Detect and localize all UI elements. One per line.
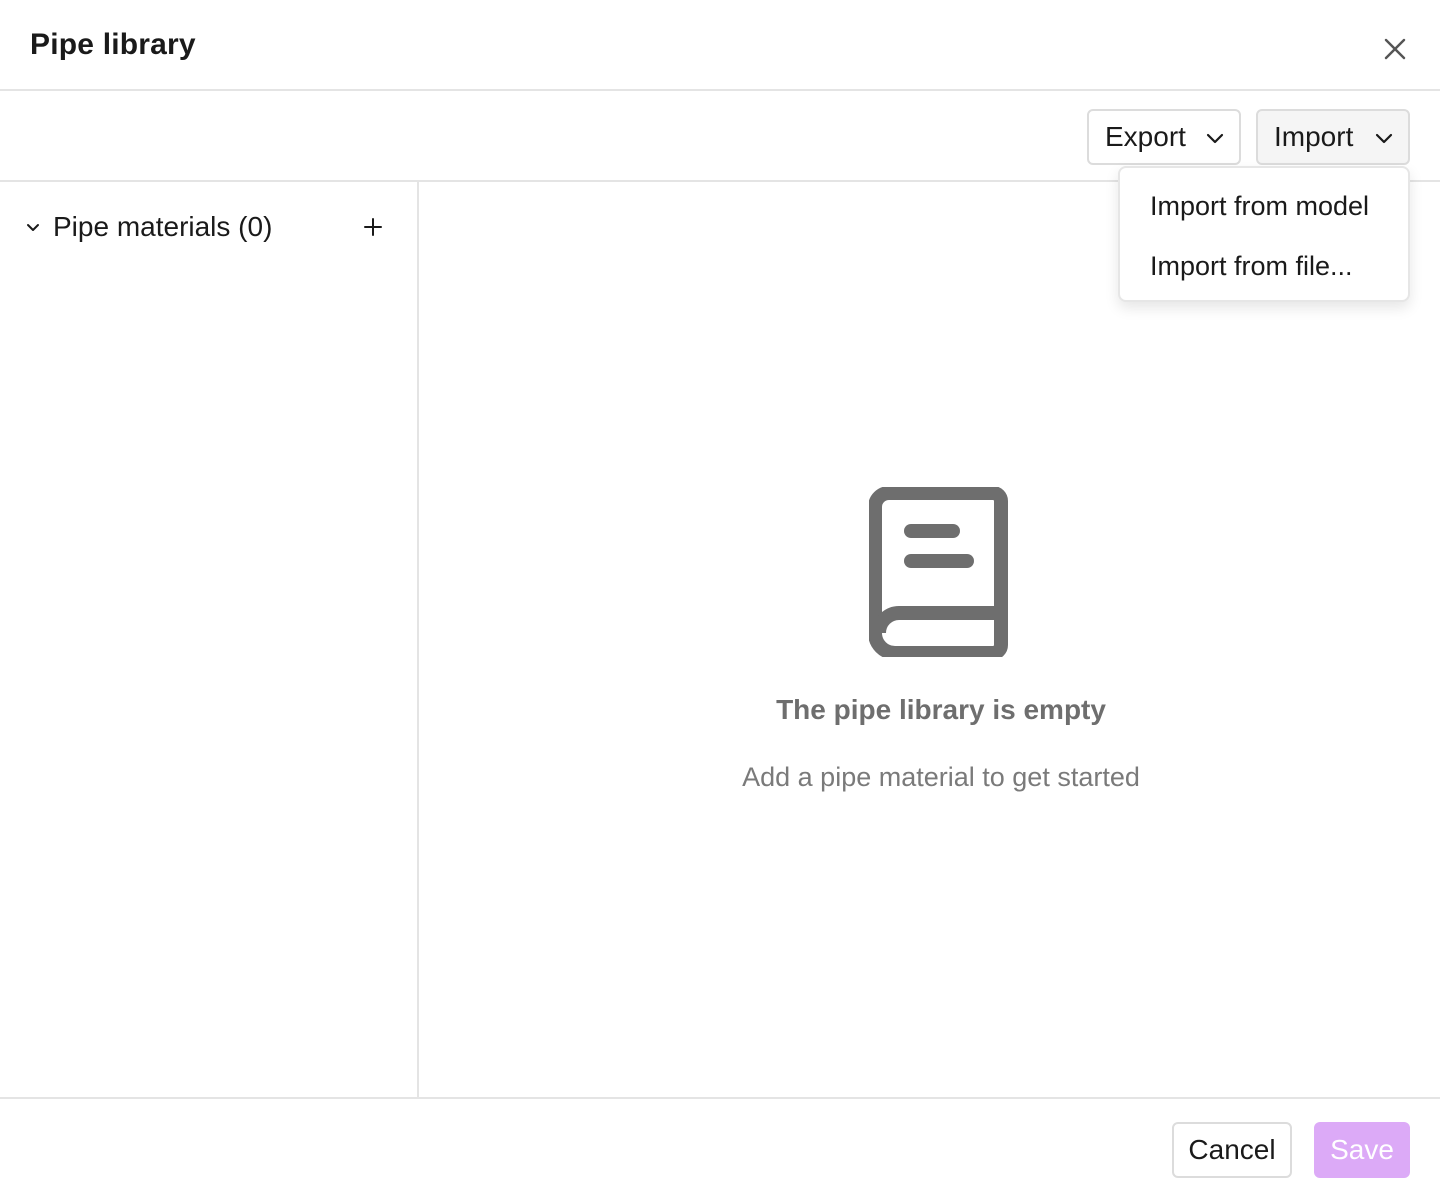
import-button-label: Import <box>1274 121 1354 152</box>
tree-group-label: Pipe materials (0) <box>53 211 273 242</box>
export-button[interactable]: Export <box>1087 109 1241 165</box>
export-button-label: Export <box>1105 121 1186 152</box>
empty-state-subtitle: Add a pipe material to get started <box>742 762 1140 792</box>
menu-item-import-from-file[interactable]: Import from file... <box>1120 236 1408 296</box>
plus-icon <box>364 218 382 236</box>
import-dropdown-menu: Import from model Import from file... <box>1118 166 1410 302</box>
close-button[interactable] <box>1378 32 1412 66</box>
sidebar: Pipe materials (0) <box>0 182 419 1098</box>
book-icon <box>869 487 1008 657</box>
chevron-down-icon <box>1206 133 1224 144</box>
import-button[interactable]: Import <box>1256 109 1410 165</box>
add-pipe-material-button[interactable] <box>358 212 388 242</box>
dialog-footer: Cancel Save <box>0 1097 1440 1200</box>
chevron-down-icon[interactable] <box>24 218 42 236</box>
chevron-down-icon <box>1375 133 1393 144</box>
main-panel: The pipe library is empty Add a pipe mat… <box>419 182 1440 1098</box>
cancel-button[interactable]: Cancel <box>1172 1122 1292 1178</box>
dialog-header: Pipe library <box>0 0 1440 91</box>
save-button[interactable]: Save <box>1314 1122 1410 1178</box>
dialog-title: Pipe library <box>30 28 196 61</box>
pipe-library-dialog: Pipe library Export Import Import from m… <box>0 0 1440 1200</box>
empty-state-title: The pipe library is empty <box>776 694 1106 725</box>
tree-group-pipe-materials[interactable]: Pipe materials (0) <box>0 202 417 252</box>
close-icon <box>1384 38 1406 60</box>
menu-item-import-from-model[interactable]: Import from model <box>1120 176 1408 236</box>
